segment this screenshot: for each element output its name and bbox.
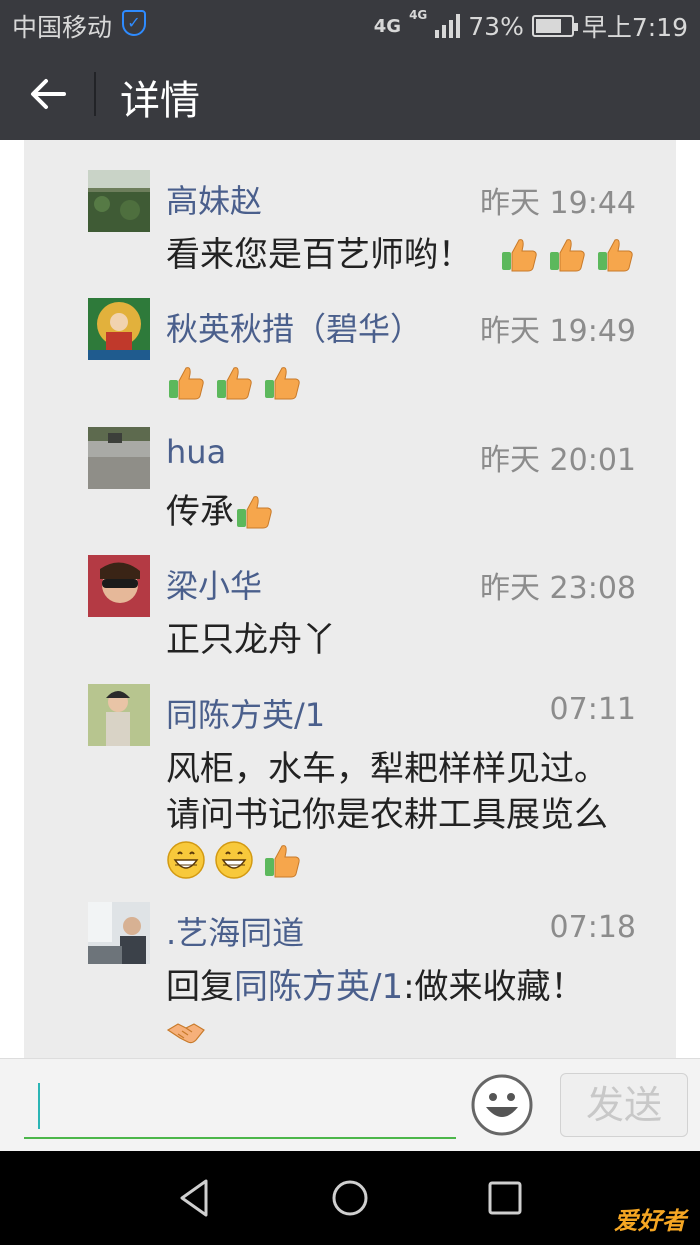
comment-input[interactable] bbox=[24, 1077, 456, 1139]
text-caret bbox=[38, 1083, 40, 1129]
thumbs-up-icon bbox=[549, 239, 585, 272]
signal-icon bbox=[435, 14, 461, 38]
avatar[interactable] bbox=[88, 902, 150, 964]
thumbs-up-icon bbox=[501, 239, 537, 272]
comment-time: 昨天 19:44 bbox=[480, 186, 636, 221]
comment-message: 传承 bbox=[166, 492, 234, 532]
clock: 早上7:19 bbox=[581, 13, 688, 42]
comment-message: 看来您是百艺师哟！ bbox=[166, 235, 472, 275]
send-button[interactable]: 发送 bbox=[560, 1073, 688, 1137]
comment-line: 风柜，水车，犁耙样样见过。 bbox=[166, 749, 608, 789]
status-bar: 中国移动 ✓ 4G 4G 73% 早上7:19 bbox=[0, 0, 700, 48]
avatar[interactable] bbox=[88, 427, 150, 489]
comment-text: 传承 bbox=[166, 489, 656, 535]
back-arrow-icon[interactable] bbox=[28, 76, 68, 112]
recents-square-icon[interactable] bbox=[480, 1173, 530, 1223]
emoji-button-icon[interactable] bbox=[470, 1073, 534, 1137]
title-bar: 详情 bbox=[0, 48, 700, 140]
battery-icon bbox=[531, 15, 578, 37]
shield-icon: ✓ bbox=[122, 10, 146, 36]
commenter-name[interactable]: .艺海同道 bbox=[166, 908, 304, 954]
comment-time: 昨天 20:01 bbox=[480, 443, 636, 478]
comment-time: 07:11 bbox=[549, 692, 636, 727]
grin-icon bbox=[167, 841, 205, 879]
thumbs-up-icon bbox=[265, 845, 300, 878]
thumbs-up-icon bbox=[169, 367, 204, 400]
comment-time: 昨天 23:08 bbox=[480, 571, 636, 606]
commenter-name[interactable]: 梁小华 bbox=[166, 561, 262, 607]
comment-message: :做来收藏！ bbox=[403, 967, 585, 1007]
handshake-icon bbox=[166, 1023, 205, 1044]
comment-text bbox=[166, 360, 656, 406]
thumbs-up-icon bbox=[217, 367, 252, 400]
network-type-a: 4G bbox=[373, 15, 402, 37]
avatar[interactable] bbox=[88, 684, 150, 746]
back-triangle-icon[interactable] bbox=[170, 1173, 220, 1223]
watermark-logo: 爱好者 bbox=[614, 1207, 686, 1235]
network-type-b: 4G bbox=[409, 8, 428, 22]
commenter-name[interactable]: 高妹赵 bbox=[166, 176, 262, 222]
avatar[interactable] bbox=[88, 170, 150, 232]
reply-prefix: 回复 bbox=[166, 967, 234, 1007]
thumbs-up-icon bbox=[265, 367, 300, 400]
carrier-name: 中国移动 bbox=[12, 13, 113, 42]
commenter-name[interactable]: 同陈方英/1 bbox=[166, 690, 325, 736]
title-divider bbox=[94, 72, 96, 116]
comment-text: 正只龙舟丫 bbox=[166, 620, 336, 660]
comment-time: 昨天 19:49 bbox=[480, 314, 636, 349]
comment-text: 风柜，水车，犁耙样样见过。 请问书记你是农耕工具展览么 bbox=[166, 746, 656, 884]
comment-text: 看来您是百艺师哟！ bbox=[166, 232, 656, 278]
comment-time: 07:18 bbox=[549, 910, 636, 945]
navigation-bar: 爱好者 bbox=[0, 1151, 700, 1245]
grin-icon bbox=[215, 841, 253, 879]
comment-list[interactable]: 高妹赵 昨天 19:44 看来您是百艺师哟！ 秋英秋措（碧华） 昨天 19:49… bbox=[24, 140, 676, 1058]
commenter-name[interactable]: hua bbox=[166, 433, 226, 471]
reply-to-link[interactable]: 同陈方英/1 bbox=[234, 967, 403, 1007]
comment-text: 回复同陈方英/1:做来收藏！ bbox=[166, 964, 656, 1056]
home-circle-icon[interactable] bbox=[325, 1173, 375, 1223]
comment-line: 请问书记你是农耕工具展览么 bbox=[166, 795, 608, 835]
commenter-name[interactable]: 秋英秋措（碧华） bbox=[166, 304, 422, 350]
avatar[interactable] bbox=[88, 298, 150, 360]
page-title: 详情 bbox=[120, 78, 200, 124]
thumbs-up-icon bbox=[237, 496, 272, 529]
avatar[interactable] bbox=[88, 555, 150, 617]
battery-percent: 73% bbox=[468, 11, 524, 41]
input-bar: 发送 bbox=[0, 1058, 700, 1151]
thumbs-up-icon bbox=[597, 239, 633, 272]
